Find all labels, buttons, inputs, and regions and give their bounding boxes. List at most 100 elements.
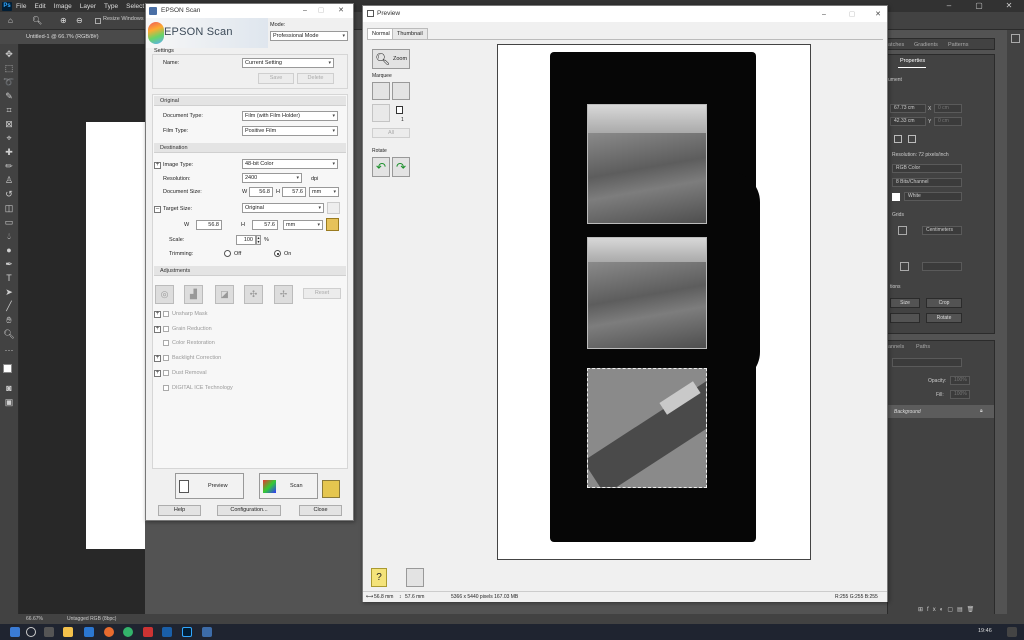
crop-tool-icon[interactable]: ⌗	[3, 104, 15, 116]
select-all-button[interactable]: All	[372, 128, 410, 138]
eyedropper-tool-icon[interactable]: ⌖	[3, 132, 15, 144]
crop-button[interactable]: Crop	[926, 298, 962, 308]
photoshop-document-canvas[interactable]	[86, 122, 145, 549]
mode-select[interactable]: Professional Mode ▾	[270, 31, 348, 41]
search-icon[interactable]	[26, 627, 36, 637]
doc-height-field[interactable]: 42.33 cm	[890, 117, 926, 126]
x-field[interactable]: 0 cm	[934, 104, 962, 113]
help-question-icon[interactable]: ?	[371, 568, 387, 587]
color-palette-icon[interactable]: ✢	[274, 285, 293, 304]
configuration-button[interactable]: Configuration...	[217, 505, 281, 516]
dust-expand-icon[interactable]: +	[154, 370, 161, 377]
reset-button[interactable]: Reset	[303, 288, 341, 299]
film-type-select[interactable]: Positive Film ▾	[242, 126, 338, 136]
marquee-tool-icon[interactable]: ⬚	[3, 62, 15, 74]
quick-select-tool-icon[interactable]: ✎	[3, 90, 15, 102]
lasso-tool-icon[interactable]: ➰	[3, 76, 15, 88]
tab-patterns[interactable]: Patterns	[948, 42, 968, 48]
image-size-button[interactable]: Size	[890, 298, 920, 308]
thumbnail-zoom-icon[interactable]	[406, 568, 424, 587]
tab-paths[interactable]: Paths	[916, 344, 930, 350]
guide-style-select[interactable]	[922, 262, 962, 271]
frame-tool-icon[interactable]: ⊠	[3, 118, 15, 130]
photoshop-taskbar-icon[interactable]	[182, 627, 192, 637]
color-restoration-checkbox[interactable]	[163, 340, 169, 346]
grain-checkbox[interactable]	[163, 326, 169, 332]
image-size-icon[interactable]	[908, 135, 916, 143]
image-type-expand-icon[interactable]: +	[154, 162, 161, 169]
menu-layer[interactable]: Layer	[80, 3, 96, 10]
type-tool-icon[interactable]: T	[3, 272, 15, 284]
marquee-delete-icon[interactable]	[372, 82, 390, 100]
task-view-icon[interactable]	[44, 627, 54, 637]
color-mode-select[interactable]: RGB Color	[892, 164, 962, 173]
background-select[interactable]: White	[904, 192, 962, 201]
marquee-auto-locate-icon[interactable]	[372, 104, 390, 122]
document-type-select[interactable]: Film (with Film Holder) ▾	[242, 111, 338, 121]
clone-stamp-tool-icon[interactable]: ♙	[3, 174, 15, 186]
target-size-collapse-icon[interactable]: –	[154, 206, 161, 213]
zoom-tool-icon[interactable]: 🔍︎	[32, 15, 42, 27]
grain-expand-icon[interactable]: +	[154, 326, 161, 333]
epson-maximize-button[interactable]: ▢	[314, 5, 328, 16]
quick-mask-icon[interactable]: ◙	[3, 382, 15, 394]
firefox-icon[interactable]	[104, 627, 114, 637]
ps-close-button[interactable]: ✕	[994, 0, 1024, 12]
screen-mode-icon[interactable]: ▣	[3, 396, 15, 408]
unsharp-checkbox[interactable]	[163, 311, 169, 317]
save-button[interactable]: Save	[258, 73, 294, 84]
dodge-tool-icon[interactable]: ●	[3, 244, 15, 256]
resize-windows-checkbox[interactable]	[95, 18, 101, 24]
zoom-out-icon[interactable]: ⊖	[76, 15, 83, 27]
image-type-select[interactable]: 48-bit Color ▾	[242, 159, 338, 169]
fill-field[interactable]: 100%	[950, 390, 970, 399]
menu-select[interactable]: Select	[126, 3, 144, 10]
film-frame-3-selected[interactable]	[587, 368, 707, 488]
doc-width-input[interactable]: 56.8	[249, 187, 273, 197]
preview-maximize-button[interactable]: ▢	[845, 9, 859, 20]
grid-icon[interactable]	[898, 226, 907, 235]
zoom-button[interactable]: 🔍︎ Zoom	[372, 49, 410, 69]
file-explorer-icon[interactable]	[63, 627, 73, 637]
preview-close-button[interactable]: ✕	[871, 9, 885, 20]
more-tools-icon[interactable]: ···	[3, 344, 15, 356]
home-icon[interactable]: ⌂	[8, 15, 13, 27]
scale-input[interactable]: 100	[236, 235, 256, 245]
line-tool-icon[interactable]: ╱	[3, 300, 15, 312]
mail-icon[interactable]	[84, 627, 94, 637]
target-width-input[interactable]: 56.8	[196, 220, 222, 230]
trim-button[interactable]	[890, 313, 920, 323]
menu-edit[interactable]: Edit	[34, 3, 45, 10]
tab-channels[interactable]: annels	[888, 344, 904, 350]
opacity-field[interactable]: 100%	[950, 376, 970, 385]
tab-gradients[interactable]: Gradients	[914, 42, 938, 48]
lr-icon[interactable]	[162, 627, 172, 637]
menu-type[interactable]: Type	[104, 3, 118, 10]
tab-swatches[interactable]: atches	[888, 42, 904, 48]
film-frame-1[interactable]	[587, 104, 707, 224]
target-orientation-icon[interactable]	[327, 202, 340, 214]
doc-unit-select[interactable]: mm ▾	[309, 187, 339, 197]
move-tool-icon[interactable]: ✥	[3, 48, 15, 60]
auto-exposure-icon[interactable]: ◎	[155, 285, 174, 304]
doc-width-field[interactable]: 67.73 cm	[890, 104, 926, 113]
preview-minimize-button[interactable]: –	[817, 9, 831, 20]
tab-properties[interactable]: Properties	[900, 58, 925, 64]
layer-filter-select[interactable]	[892, 358, 962, 367]
trimming-off-radio[interactable]	[224, 250, 231, 257]
zoom-in-icon[interactable]: ⊕	[60, 15, 67, 27]
hand-tool-icon[interactable]: ✋︎	[3, 314, 15, 326]
target-height-input[interactable]: 57.6	[252, 220, 278, 230]
target-unit-select[interactable]: mm ▾	[283, 220, 323, 230]
ps-maximize-button[interactable]: ▢	[964, 0, 994, 12]
start-icon[interactable]	[10, 627, 20, 637]
dust-checkbox[interactable]	[163, 370, 169, 376]
canvas-size-icon[interactable]	[894, 135, 902, 143]
target-size-select[interactable]: Original ▾	[242, 203, 324, 213]
help-button[interactable]: Help	[158, 505, 201, 516]
blur-tool-icon[interactable]: 💧︎	[3, 230, 15, 242]
brush-tool-icon[interactable]: ✏	[3, 160, 15, 172]
y-field[interactable]: 0 cm	[934, 117, 962, 126]
app-icon[interactable]	[143, 627, 153, 637]
ps-minimize-button[interactable]: –	[934, 0, 964, 12]
